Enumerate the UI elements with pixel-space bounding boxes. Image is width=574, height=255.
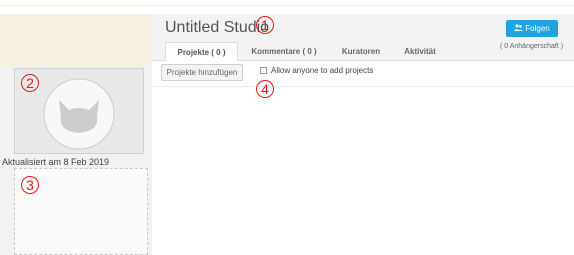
tab-activity[interactable]: Aktivität bbox=[396, 42, 444, 61]
follow-label: Folgen bbox=[525, 24, 550, 33]
annotation-marker-1: 1 bbox=[256, 16, 274, 34]
follower-count: ( 0 Anhängerschaft ) bbox=[500, 43, 564, 50]
allow-anyone-label: Allow anyone to add projects bbox=[271, 66, 374, 75]
annotation-marker-3: 3 bbox=[21, 176, 39, 194]
add-projects-button[interactable]: Projekte hinzufügen bbox=[161, 64, 243, 81]
tab-comments[interactable]: Kommentare ( 0 ) bbox=[245, 42, 323, 61]
annotation-marker-4: 4 bbox=[256, 80, 274, 98]
content-divider bbox=[152, 86, 574, 87]
tab-projects[interactable]: Projekte ( 0 ) bbox=[165, 42, 238, 61]
studio-title[interactable]: Untitled Studio bbox=[165, 19, 269, 37]
users-icon bbox=[514, 20, 524, 37]
allow-anyone-checkbox[interactable] bbox=[260, 67, 267, 74]
tab-curators[interactable]: Kuratoren bbox=[333, 42, 389, 61]
updated-date: Aktualisiert am 8 Feb 2019 bbox=[2, 157, 110, 167]
sidebar-banner bbox=[0, 14, 152, 66]
follow-button[interactable]: Folgen bbox=[506, 20, 558, 37]
annotation-marker-2: 2 bbox=[21, 74, 39, 92]
top-border bbox=[0, 5, 574, 6]
